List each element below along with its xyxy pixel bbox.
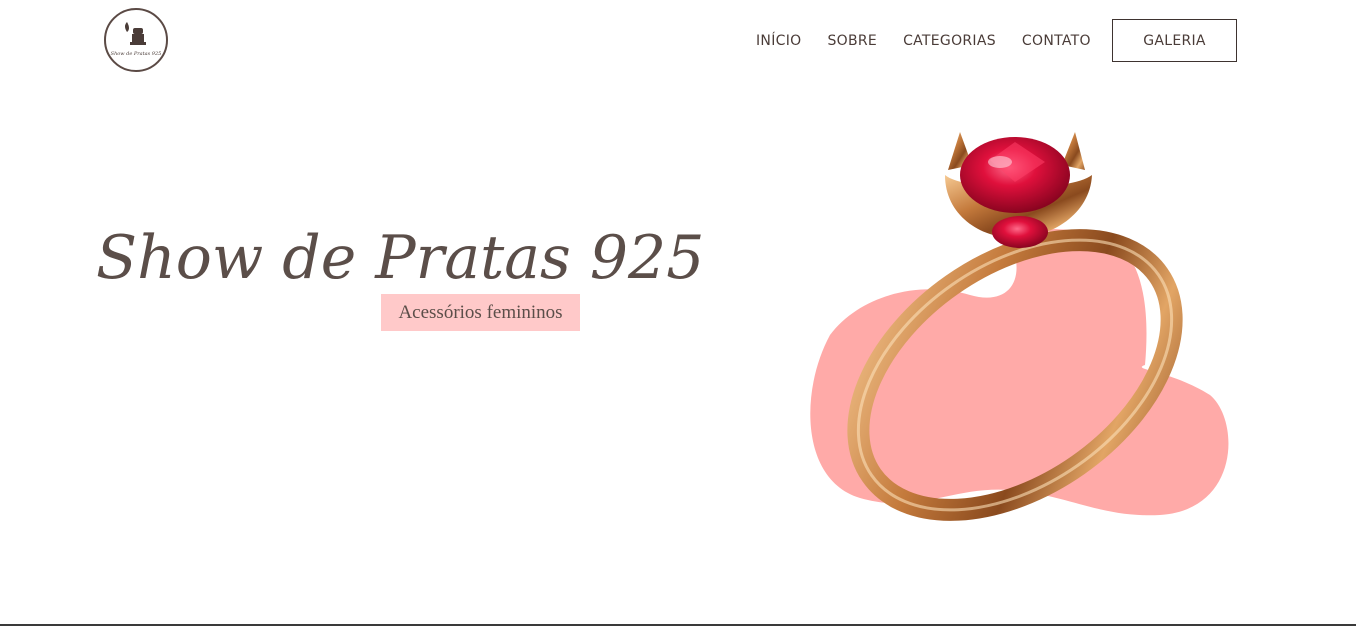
- nav-contato[interactable]: CONTATO: [1022, 33, 1091, 49]
- nav-inicio[interactable]: INÍCIO: [756, 33, 801, 49]
- nav-sobre[interactable]: SOBRE: [827, 33, 877, 49]
- svg-text:Show de Pratas 925: Show de Pratas 925: [111, 51, 162, 57]
- nav-categorias[interactable]: CATEGORIAS: [903, 33, 996, 49]
- ruby-ring-icon: [810, 132, 1229, 521]
- gallery-button[interactable]: GALERIA: [1112, 19, 1237, 62]
- brand-logo[interactable]: Show de Pratas 925: [104, 8, 168, 72]
- site-header: Show de Pratas 925 INÍCIO SOBRE CATEGORI…: [0, 0, 1356, 82]
- hero-subtitle: Acessórios femininos: [381, 294, 580, 331]
- jewelry-box-logo-icon: Show de Pratas 925: [111, 22, 162, 57]
- main-nav: INÍCIO SOBRE CATEGORIAS CONTATO: [756, 19, 1117, 62]
- hero-image: [800, 120, 1240, 530]
- hero-title: Show de Pratas 925: [96, 223, 705, 293]
